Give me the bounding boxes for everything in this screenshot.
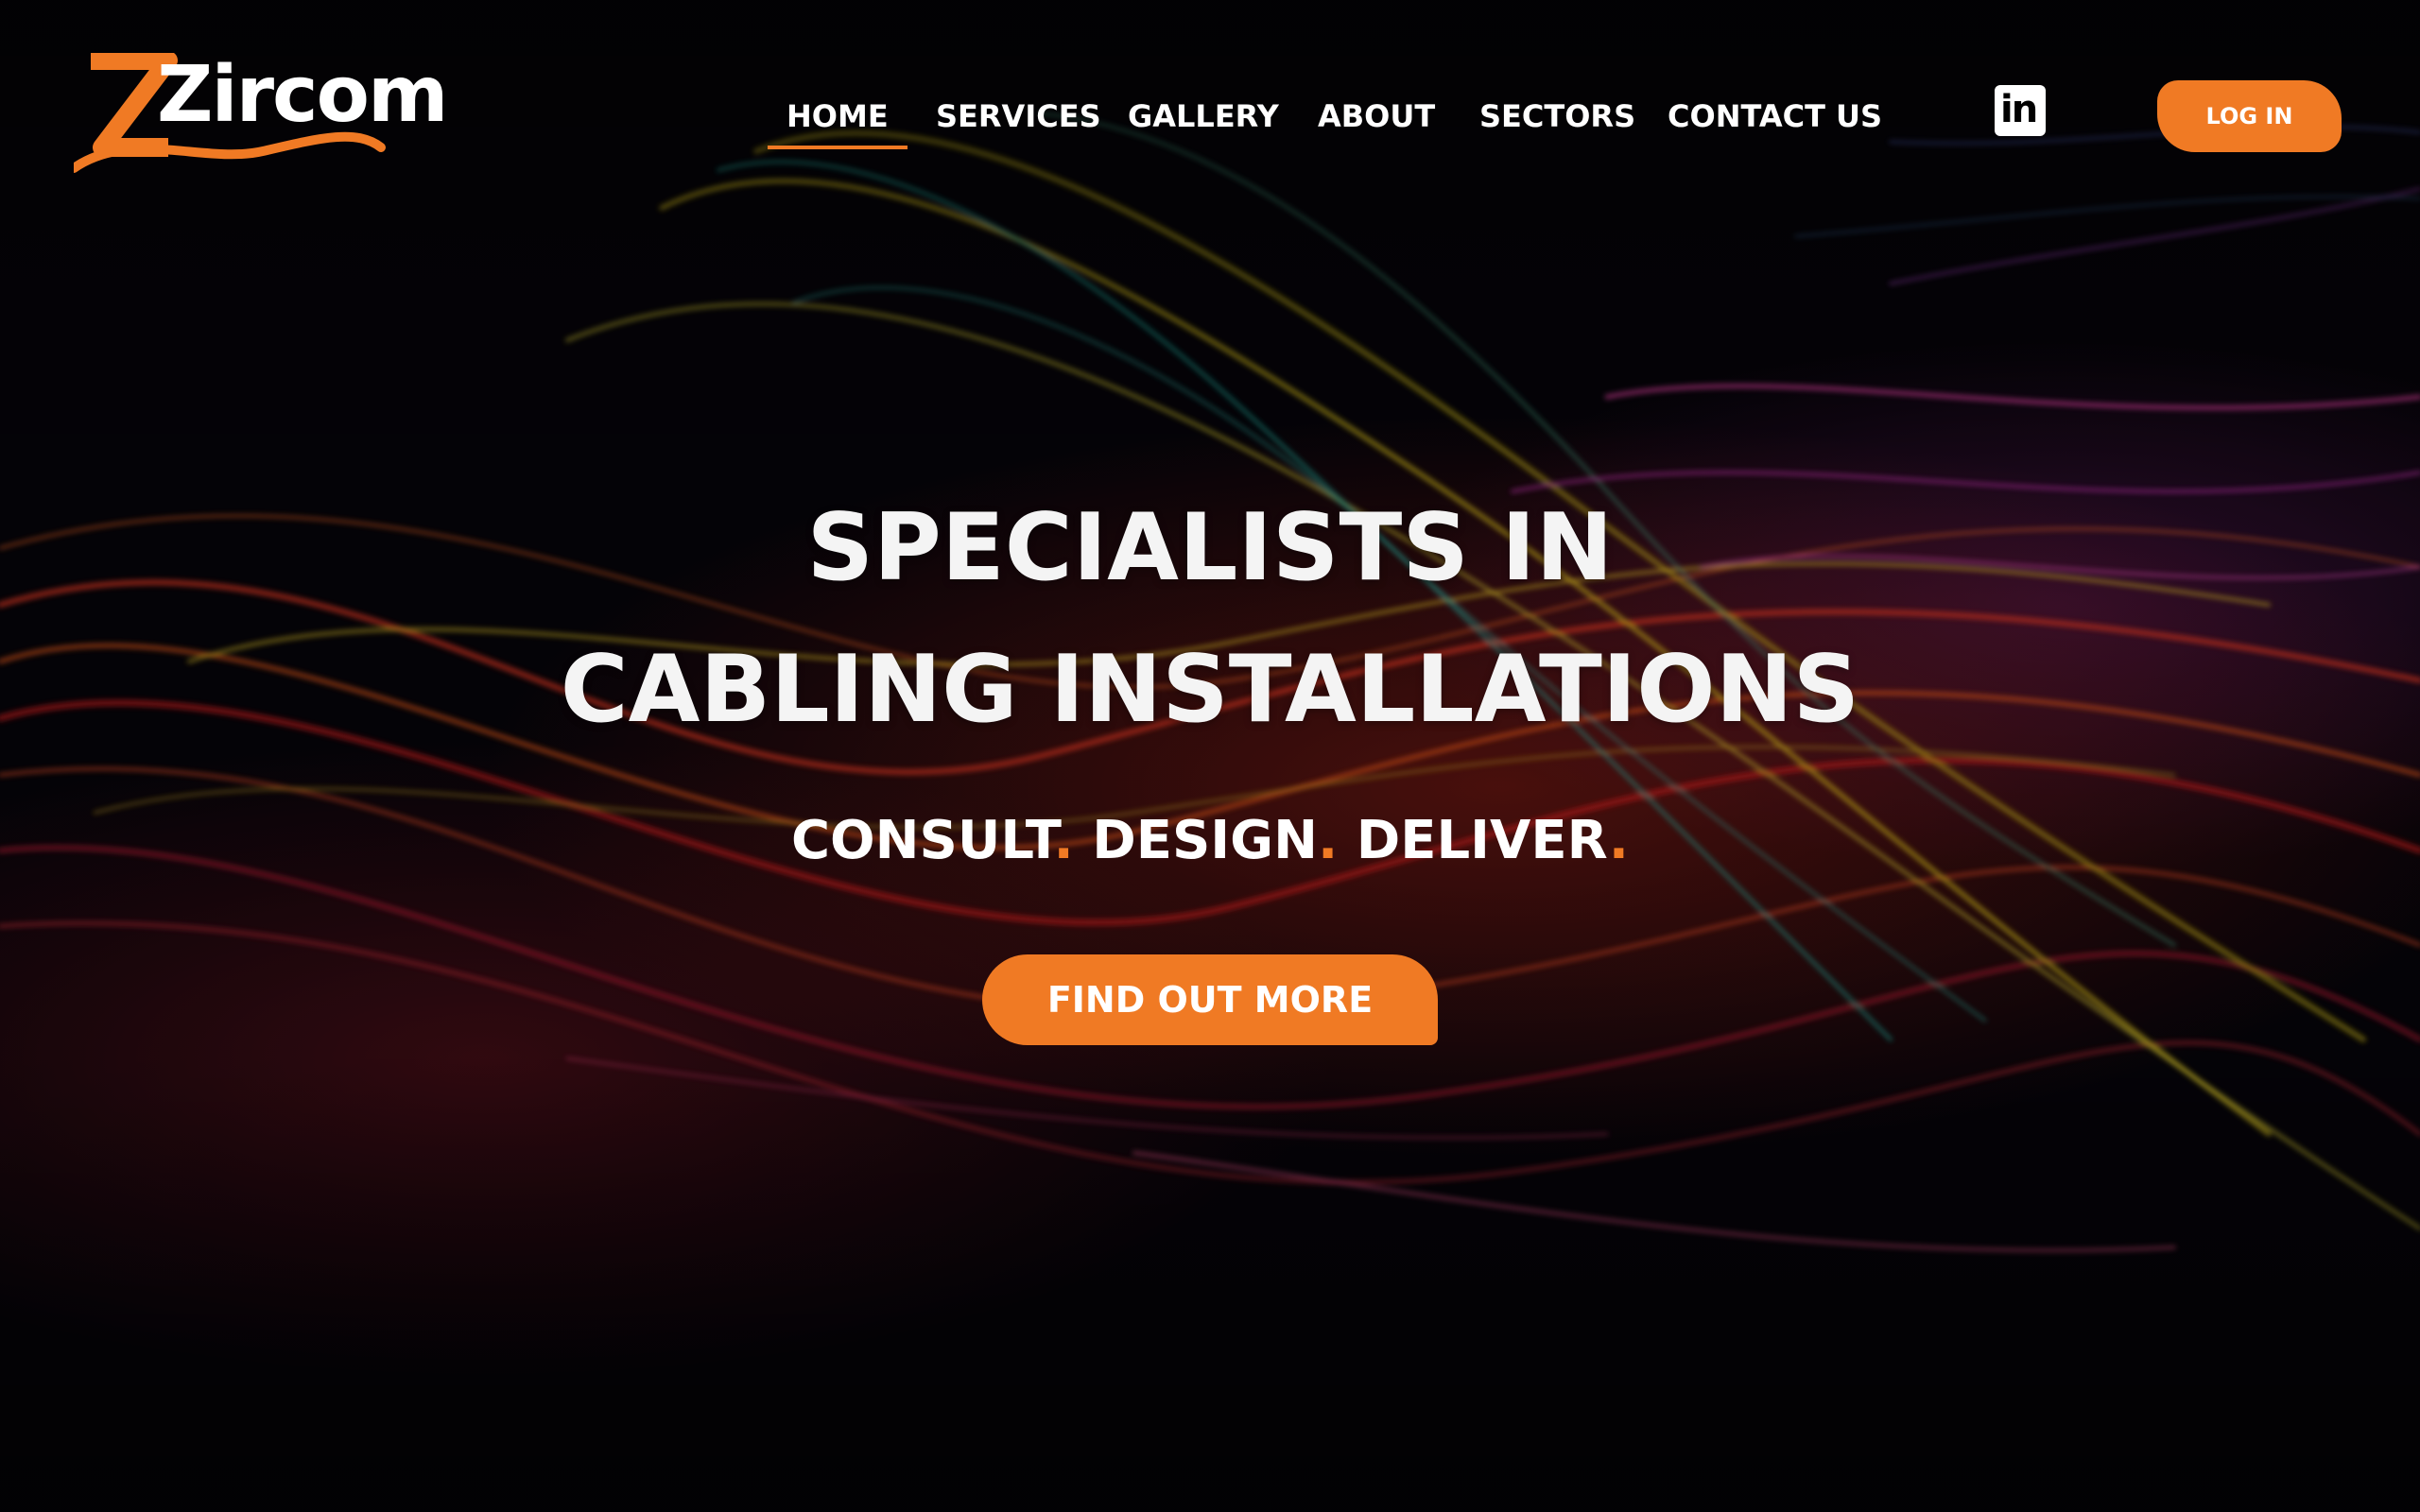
nav-item-contact-us[interactable]: CONTACT US: [1668, 93, 1882, 140]
tagline-dot: .: [1053, 810, 1074, 871]
tagline-consult: CONSULT: [790, 810, 1054, 871]
page: Zircom HOME SERVICES GALLERY ABOUT SECTO…: [0, 0, 2420, 1512]
hero-title-line-1: SPECIALISTS IN: [806, 494, 1614, 602]
tagline-dot: .: [1608, 810, 1630, 871]
nav-item-home[interactable]: HOME: [768, 93, 908, 149]
zircom-logo[interactable]: Zircom: [69, 51, 448, 180]
nav-item-about[interactable]: ABOUT: [1318, 93, 1435, 140]
logo-wordmark: Zircom: [157, 50, 448, 140]
tagline-deliver: DELIVER: [1356, 810, 1609, 871]
hero-title-line-2: CABLING INSTALLATIONS: [560, 636, 1860, 744]
nav-item-sectors[interactable]: SECTORS: [1479, 93, 1635, 140]
tagline-design: DESIGN: [1092, 810, 1318, 871]
hero-tagline: CONSULT. DESIGN. DELIVER.: [0, 808, 2420, 874]
hero-title: SPECIALISTS IN CABLING INSTALLATIONS: [0, 477, 2420, 761]
tagline-dot: .: [1317, 810, 1339, 871]
linkedin-icon[interactable]: in: [1995, 85, 2046, 136]
login-button[interactable]: LOG IN: [2157, 80, 2342, 152]
nav-item-gallery[interactable]: GALLERY: [1128, 93, 1279, 140]
linkedin-label: in: [2000, 88, 2038, 131]
find-out-more-button[interactable]: FIND OUT MORE: [982, 954, 1438, 1045]
nav-item-services[interactable]: SERVICES: [936, 93, 1101, 140]
